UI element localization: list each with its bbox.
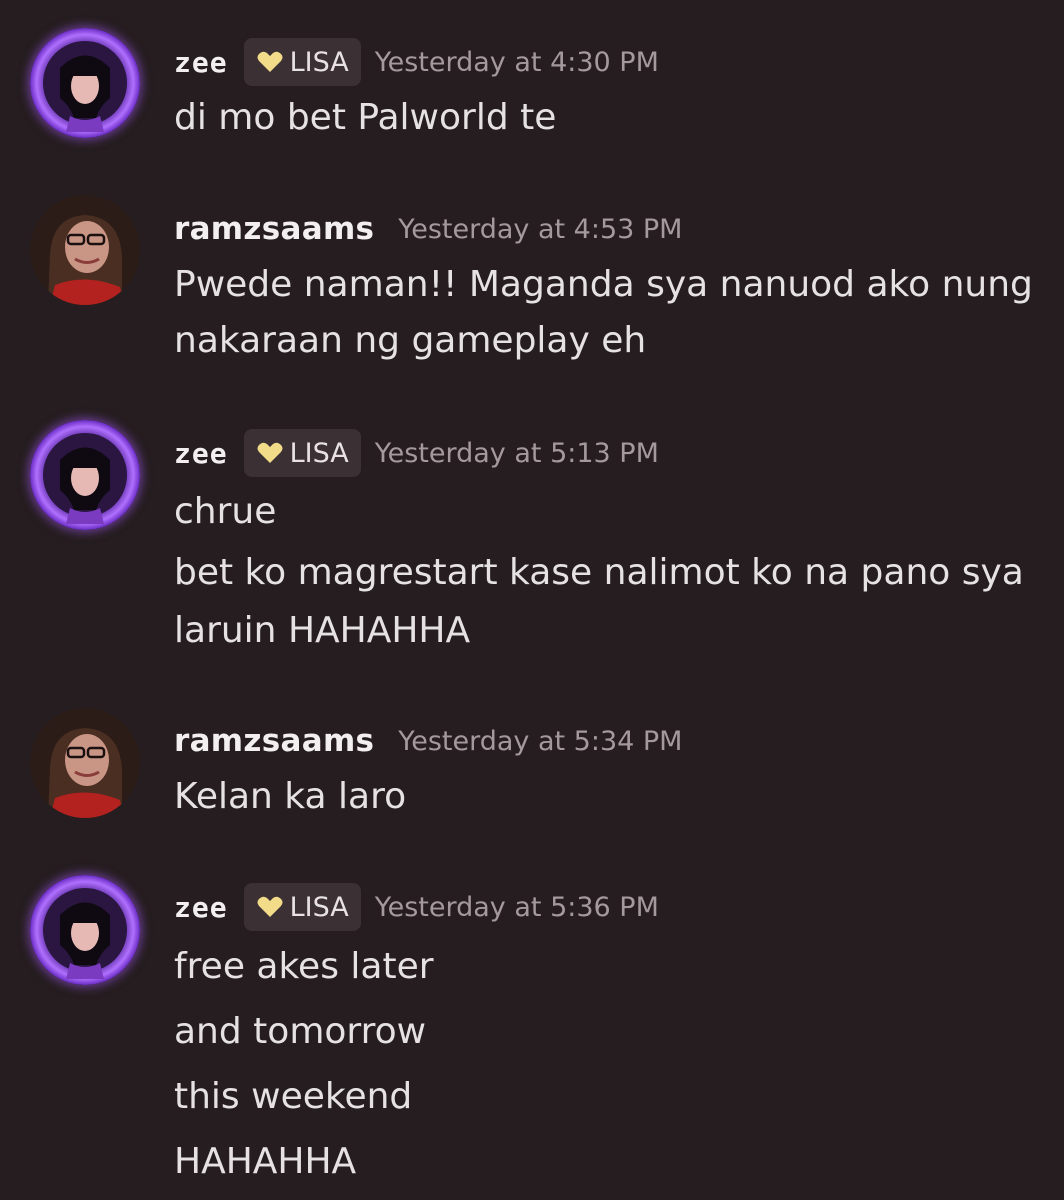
role-tag-label: LISA (289, 437, 349, 469)
message-header: ramzsaams Yesterday at 4:53 PM (174, 204, 682, 254)
message-header: ramzsaams Yesterday at 5:34 PM (174, 716, 682, 766)
role-tag[interactable]: LISA (243, 883, 361, 931)
message-feed: zee LISA Yesterday at 4:30 PM di mo bet … (0, 0, 1064, 1200)
message-line: HAHAHHA (174, 1141, 357, 1182)
role-tag[interactable]: LISA (243, 429, 361, 477)
message-line: di mo bet Palworld te (174, 97, 557, 138)
message-line: this weekend (174, 1076, 413, 1117)
message-line: Pwede naman!! Maganda sya nanuod ako nun… (174, 264, 1033, 305)
heart-icon (256, 895, 284, 919)
heart-icon (256, 50, 284, 74)
message-line: chrue (174, 491, 277, 532)
message-line: nakaraan ng gameplay eh (174, 320, 647, 361)
message-line: bet ko magrestart kase nalimot ko na pan… (174, 552, 1024, 593)
message-content: di mo bet Palworld te (174, 90, 556, 146)
avatar-ramzsaams[interactable] (30, 195, 140, 305)
avatar-ramzsaams[interactable] (30, 708, 140, 818)
timestamp[interactable]: Yesterday at 4:30 PM (375, 47, 659, 78)
message-line: Kelan ka laro (174, 776, 407, 817)
username[interactable]: zee (174, 46, 228, 79)
message-header: zee LISA Yesterday at 4:30 PM (174, 37, 659, 87)
role-tag-label: LISA (289, 46, 349, 78)
avatar-zee[interactable] (30, 875, 140, 985)
message-line: and tomorrow (174, 1011, 427, 1052)
message-line: free akes later (174, 946, 434, 987)
heart-icon (256, 441, 284, 465)
message-content: chrue bet ko magrestart kase nalimot ko … (174, 480, 1024, 660)
username[interactable]: ramzsaams (174, 211, 374, 247)
avatar-zee[interactable] (30, 420, 140, 530)
message-content: Kelan ka laro (174, 769, 406, 825)
username[interactable]: ramzsaams (174, 723, 374, 759)
timestamp[interactable]: Yesterday at 5:13 PM (375, 438, 659, 469)
timestamp[interactable]: Yesterday at 5:36 PM (375, 892, 659, 923)
role-tag[interactable]: LISA (243, 38, 361, 86)
message-content: Pwede naman!! Maganda sya nanuod ako nun… (174, 257, 1033, 369)
role-tag-label: LISA (289, 891, 349, 923)
message-header: zee LISA Yesterday at 5:36 PM (174, 882, 659, 932)
username[interactable]: zee (174, 891, 228, 924)
avatar-zee[interactable] (30, 28, 140, 138)
message-content: free akes later and tomorrow this weeken… (174, 934, 434, 1194)
message-line: laruin HAHAHHA (174, 610, 471, 651)
message-header: zee LISA Yesterday at 5:13 PM (174, 428, 659, 478)
username[interactable]: zee (174, 437, 228, 470)
timestamp[interactable]: Yesterday at 5:34 PM (398, 726, 682, 757)
timestamp[interactable]: Yesterday at 4:53 PM (398, 214, 682, 245)
